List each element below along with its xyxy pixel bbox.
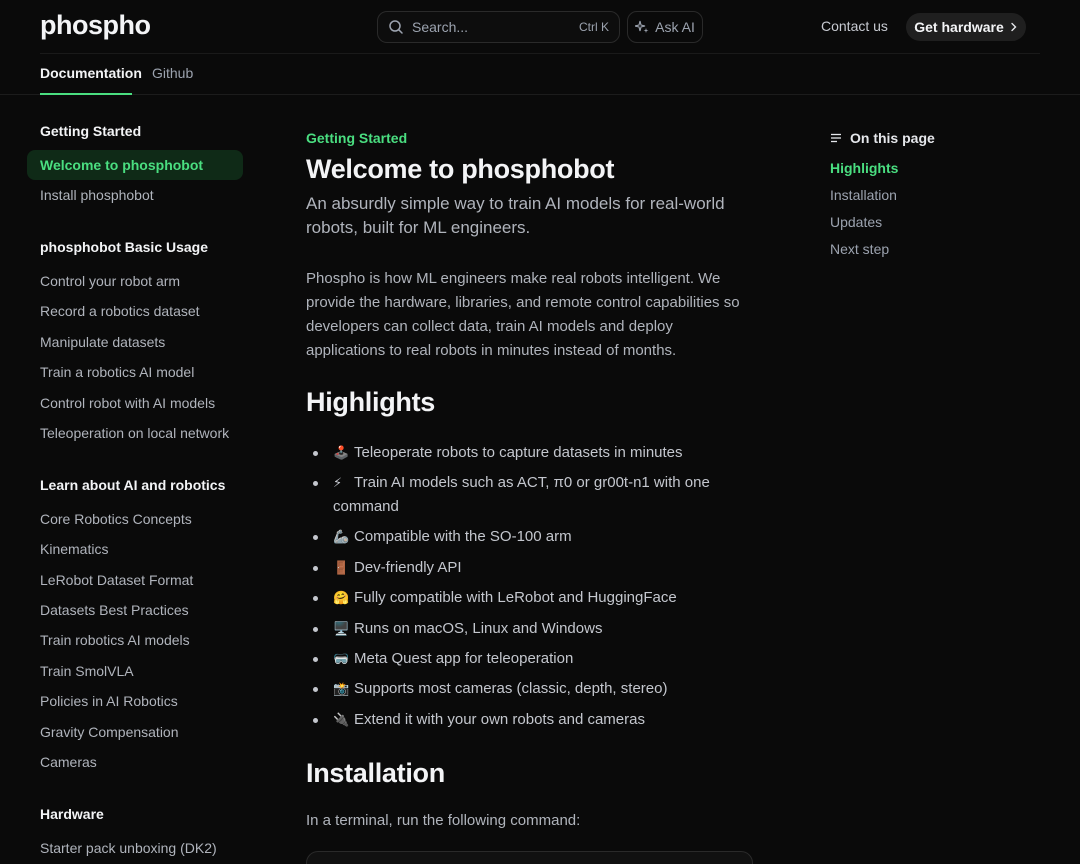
search-shortcut: Ctrl K — [579, 20, 609, 34]
code-block[interactable] — [306, 851, 753, 864]
camera-icon: 📸 — [333, 681, 350, 696]
sidebar-item[interactable]: Train robotics AI models — [40, 632, 190, 648]
ask-ai-label: Ask AI — [655, 19, 695, 35]
sidebar-section-title: Hardware — [40, 806, 104, 822]
list-item-text: Supports most cameras (classic, depth, s… — [354, 680, 668, 697]
desktop-icon: 🖥️ — [333, 621, 350, 636]
sidebar-item[interactable]: Cameras — [40, 754, 97, 770]
lightning-icon: ⚡ — [333, 475, 343, 490]
sidebar-item[interactable]: Manipulate datasets — [40, 334, 165, 350]
list-item-text: Meta Quest app for teleoperation — [354, 650, 574, 667]
toc-item-updates[interactable]: Updates — [830, 214, 882, 230]
list-item-text: Compatible with the SO-100 arm — [354, 528, 572, 545]
intro-paragraph: Phospho is how ML engineers make real ro… — [306, 270, 740, 359]
list-icon — [831, 133, 841, 143]
sidebar-item[interactable]: Core Robotics Concepts — [40, 511, 192, 527]
sparkle-icon — [635, 20, 649, 33]
sidebar-item[interactable]: Record a robotics dataset — [40, 303, 200, 319]
sidebar-item[interactable]: Teleoperation on local network — [40, 425, 229, 441]
sidebar-item[interactable]: Starter pack unboxing (DK2) — [40, 840, 217, 856]
sidebar-item[interactable]: LeRobot Dataset Format — [40, 572, 193, 588]
list-item: 🔌 Extend it with your own robots and came… — [306, 708, 756, 732]
page-title: Welcome to phosphobot — [306, 154, 615, 184]
sidebar-section-title: phosphobot Basic Usage — [40, 239, 209, 255]
tab-github[interactable]: Github — [152, 65, 193, 81]
sidebar-item[interactable]: Policies in AI Robotics — [40, 693, 178, 709]
hugging-face-icon: 🤗 — [333, 590, 350, 605]
list-item-text: Dev-friendly API — [354, 559, 462, 576]
toc-item-installation[interactable]: Installation — [830, 187, 897, 203]
sidebar-item[interactable]: Gravity Compensation — [40, 724, 179, 740]
toc-item-next-step[interactable]: Next step — [830, 241, 889, 257]
sidebar-item[interactable]: Train SmolVLA — [40, 663, 134, 679]
installation-heading: Installation — [306, 758, 445, 788]
list-item-text: Train AI models such as ACT, π0 or gr00t… — [333, 474, 710, 515]
get-hardware-label: Get hardware — [914, 19, 1004, 35]
breadcrumb: Getting Started — [306, 130, 408, 146]
sidebar-item[interactable]: Control your robot arm — [40, 273, 180, 289]
top-header: phospho Search... Ctrl K Ask AI Contact … — [0, 0, 1080, 95]
highlights-heading: Highlights — [306, 387, 435, 417]
list-item: 🤗 Fully compatible with LeRobot and Huggi… — [306, 586, 756, 610]
list-item-text: Teleoperate robots to capture datasets i… — [354, 444, 683, 461]
plug-icon: 🔌 — [333, 712, 350, 727]
ask-ai-button[interactable]: Ask AI — [627, 11, 703, 43]
joystick-icon: 🕹️ — [333, 445, 350, 460]
sidebar-item[interactable]: Datasets Best Practices — [40, 602, 189, 618]
contact-link[interactable]: Contact us — [821, 18, 888, 34]
list-item: 🥽 Meta Quest app for teleoperation — [306, 647, 756, 671]
logo[interactable]: phospho — [40, 10, 151, 41]
search-input[interactable]: Search... Ctrl K — [377, 11, 620, 43]
tab-documentation[interactable]: Documentation — [40, 65, 142, 81]
page-subtitle: An absurdly simple way to train AI model… — [306, 194, 725, 237]
toc-item-highlights[interactable]: Highlights — [830, 160, 898, 176]
active-tab-indicator — [40, 93, 132, 95]
installation-text: In a terminal, run the following command… — [306, 812, 581, 829]
get-hardware-button[interactable]: Get hardware — [906, 13, 1026, 41]
list-item: 🦾 Compatible with the SO-100 arm — [306, 525, 756, 549]
robot-arm-icon: 🦾 — [333, 529, 350, 544]
list-item: 🚪 Dev-friendly API — [306, 556, 756, 580]
sidebar-section-title: Learn about AI and robotics — [40, 477, 226, 493]
toc-title-label: On this page — [850, 130, 935, 146]
sidebar-item[interactable]: Kinematics — [40, 541, 108, 557]
door-icon: 🚪 — [333, 560, 350, 575]
sidebar-item[interactable]: Control robot with AI models — [40, 395, 215, 411]
list-item-text: Runs on macOS, Linux and Windows — [354, 620, 603, 637]
sidebar-section-title: Getting Started — [40, 123, 142, 139]
sidebar-item[interactable]: Train a robotics AI model — [40, 364, 194, 380]
list-item: 🕹️ Teleoperate robots to capture datasets… — [306, 441, 756, 465]
list-item-text: Extend it with your own robots and camer… — [354, 711, 645, 728]
list-item: ⚡ Train AI models such as ACT, π0 or gr00… — [306, 471, 756, 519]
sidebar-item-install[interactable]: Install phosphobot — [40, 187, 154, 203]
vr-goggles-icon: 🥽 — [333, 651, 350, 666]
toc-title: On this page — [830, 130, 935, 146]
header-divider — [40, 53, 1040, 54]
list-item: 📸 Supports most cameras (classic, depth, … — [306, 677, 756, 701]
search-placeholder: Search... — [412, 19, 469, 35]
list-item-text: Fully compatible with LeRobot and Huggin… — [354, 589, 677, 606]
sidebar-item-welcome[interactable]: Welcome to phosphobot — [40, 157, 203, 173]
search-icon — [389, 20, 403, 34]
list-item: 🖥️ Runs on macOS, Linux and Windows — [306, 617, 756, 641]
chevron-right-icon — [1011, 22, 1017, 32]
